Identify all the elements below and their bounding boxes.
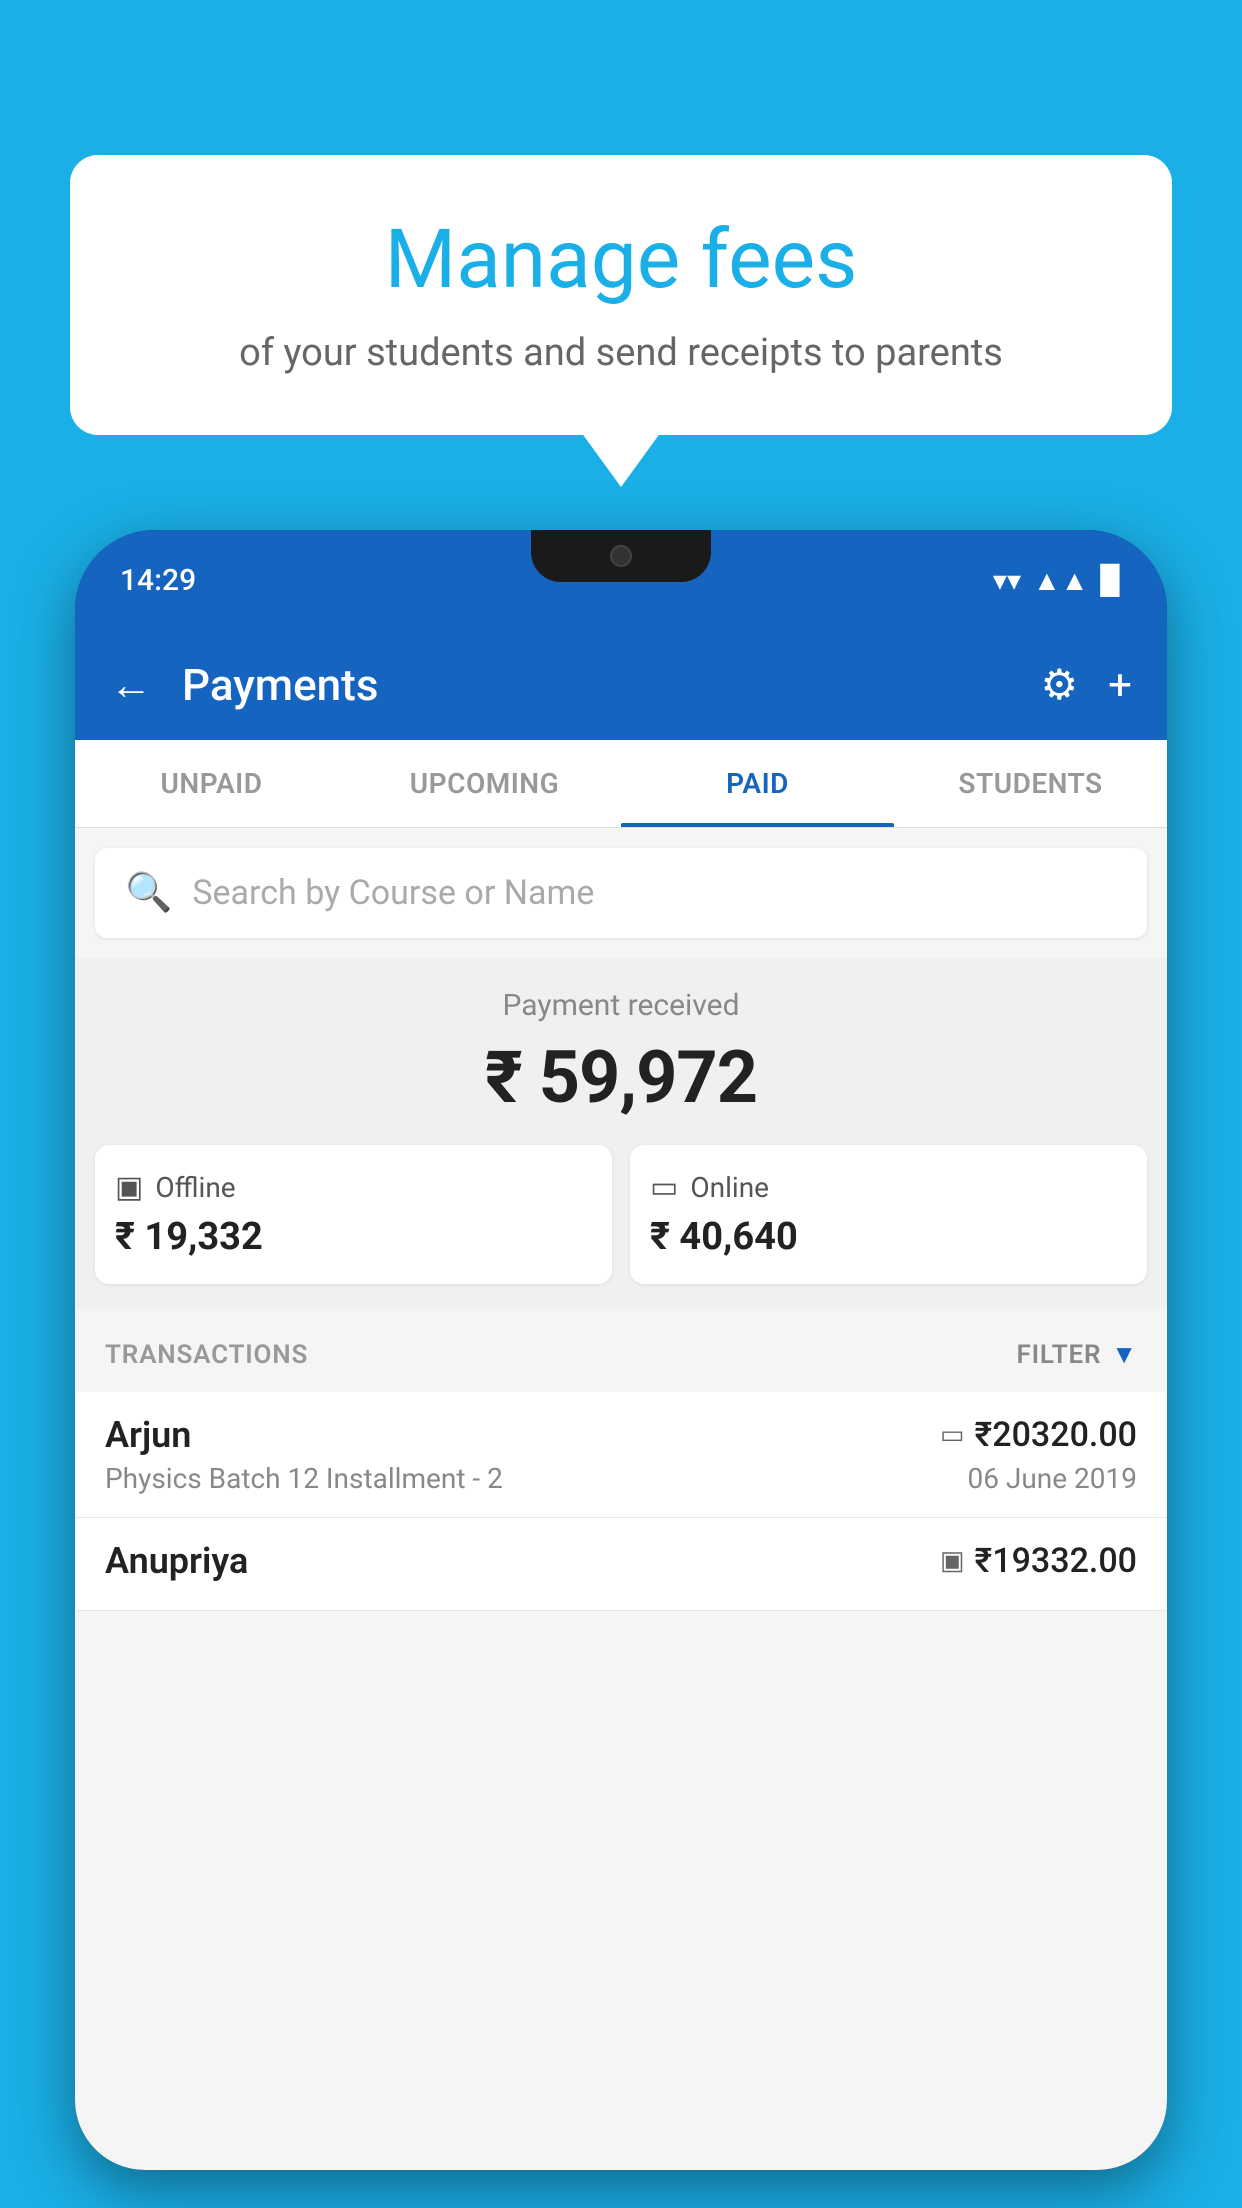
transactions-header: TRANSACTIONS FILTER ▼ [75, 1317, 1167, 1392]
settings-icon[interactable]: ⚙ [1041, 660, 1079, 710]
phone-screen: ← Payments ⚙ + UNPAID UPCOMING PAID [75, 630, 1167, 2170]
offline-amount: ₹ 19,332 [115, 1215, 592, 1259]
payment-method-icon: ▭ [940, 1420, 965, 1450]
search-placeholder-text: Search by Course or Name [192, 873, 594, 913]
filter-button[interactable]: FILTER ▼ [1017, 1339, 1138, 1370]
tab-unpaid[interactable]: UNPAID [75, 740, 348, 827]
search-bar[interactable]: 🔍 Search by Course or Name [95, 848, 1147, 938]
app-header: ← Payments ⚙ + [75, 630, 1167, 740]
wifi-icon: ▾▾ [993, 564, 1021, 597]
transaction-amount-container: ▭ ₹20320.00 [940, 1415, 1137, 1455]
transactions-label: TRANSACTIONS [105, 1340, 308, 1370]
add-icon[interactable]: + [1108, 661, 1132, 710]
online-label: Online [690, 1171, 769, 1204]
transaction-amount: ₹19332.00 [975, 1541, 1137, 1581]
tab-paid[interactable]: PAID [621, 740, 894, 827]
status-icons: ▾▾ ▲▲ ▉ [993, 564, 1122, 597]
transaction-student-name: Arjun [105, 1414, 191, 1456]
bubble-subtitle: of your students and send receipts to pa… [120, 327, 1122, 380]
bubble-title: Manage fees [120, 215, 1122, 305]
battery-icon: ▉ [1100, 564, 1122, 597]
phone-frame: 14:29 ▾▾ ▲▲ ▉ ← Payments ⚙ + UNPAID [75, 530, 1167, 2170]
header-icons: ⚙ + [1041, 660, 1133, 710]
offline-payment-icon: ▣ [115, 1170, 143, 1205]
payment-method-icon: ▣ [940, 1546, 965, 1576]
status-time: 14:29 [120, 563, 196, 598]
status-bar: 14:29 ▾▾ ▲▲ ▉ [75, 530, 1167, 630]
payment-summary: Payment received ₹ 59,972 ▣ Offline ₹ 19… [75, 958, 1167, 1309]
online-payment-icon: ▭ [650, 1170, 678, 1205]
phone-notch [531, 530, 711, 582]
transaction-course: Physics Batch 12 Installment - 2 [105, 1462, 503, 1495]
payment-received-label: Payment received [95, 988, 1147, 1023]
table-row[interactable]: Arjun ▭ ₹20320.00 Physics Batch 12 Insta… [75, 1392, 1167, 1518]
search-icon: 🔍 [125, 871, 172, 915]
filter-label: FILTER [1017, 1340, 1102, 1370]
table-row[interactable]: Anupriya ▣ ₹19332.00 [75, 1518, 1167, 1611]
transaction-student-name: Anupriya [105, 1540, 248, 1582]
transaction-date: 06 June 2019 [967, 1462, 1137, 1495]
payment-total-amount: ₹ 59,972 [95, 1035, 1147, 1120]
tab-upcoming[interactable]: UPCOMING [348, 740, 621, 827]
offline-card-header: ▣ Offline [115, 1170, 592, 1205]
offline-card: ▣ Offline ₹ 19,332 [95, 1145, 612, 1284]
filter-icon: ▼ [1111, 1339, 1137, 1370]
online-amount: ₹ 40,640 [650, 1215, 1127, 1259]
tab-students[interactable]: STUDENTS [894, 740, 1167, 827]
speech-bubble: Manage fees of your students and send re… [70, 155, 1172, 435]
online-card-header: ▭ Online [650, 1170, 1127, 1205]
transaction-amount-container: ▣ ₹19332.00 [940, 1541, 1137, 1581]
offline-label: Offline [155, 1171, 235, 1204]
payment-cards: ▣ Offline ₹ 19,332 ▭ Online ₹ 40,640 [95, 1145, 1147, 1284]
back-button[interactable]: ← [110, 661, 152, 710]
speech-bubble-container: Manage fees of your students and send re… [70, 155, 1172, 435]
transaction-top-row: Anupriya ▣ ₹19332.00 [105, 1540, 1137, 1582]
phone-container: 14:29 ▾▾ ▲▲ ▉ ← Payments ⚙ + UNPAID [75, 530, 1167, 2208]
header-title: Payments [182, 659, 1021, 711]
transaction-bottom-row: Physics Batch 12 Installment - 2 06 June… [105, 1462, 1137, 1495]
online-card: ▭ Online ₹ 40,640 [630, 1145, 1147, 1284]
transaction-top-row: Arjun ▭ ₹20320.00 [105, 1414, 1137, 1456]
signal-icon: ▲▲ [1033, 564, 1088, 597]
tabs-container: UNPAID UPCOMING PAID STUDENTS [75, 740, 1167, 828]
camera [610, 545, 632, 567]
transaction-amount: ₹20320.00 [975, 1415, 1137, 1455]
